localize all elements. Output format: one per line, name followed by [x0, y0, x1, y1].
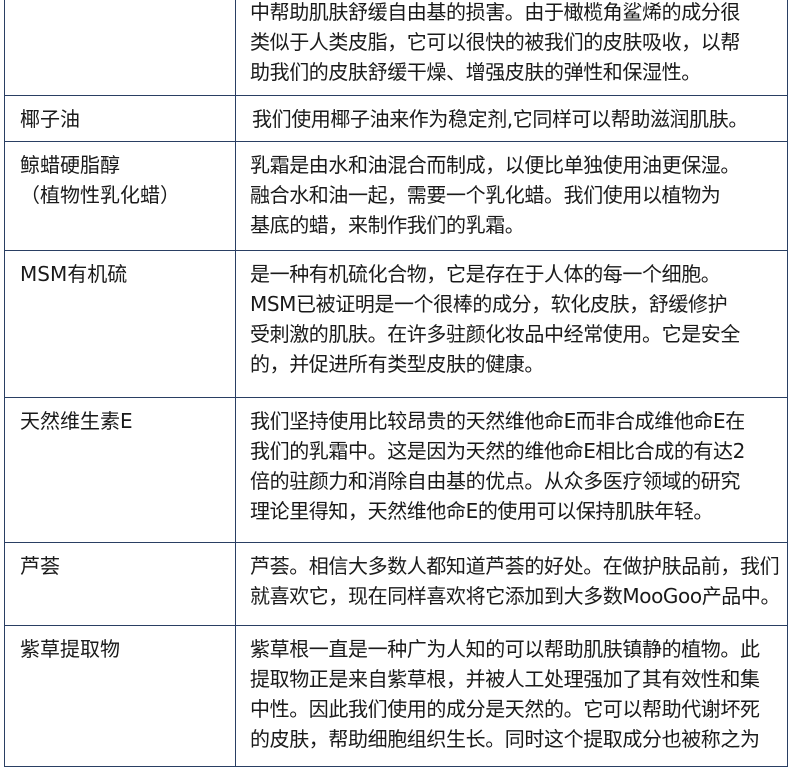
- desc-line: 融合水和油一起，需要一个乳化蜡。我们使用以植物为: [250, 183, 721, 207]
- ingredient-name: 芦荟: [20, 554, 60, 578]
- desc-line: 类似于人类皮脂，它可以很快的被我们的皮肤吸收，以帮: [250, 30, 740, 54]
- ingredient-name-cell: MSM有机硫: [4, 250, 236, 398]
- table-row: 中帮助肌肤舒缓自由基的损害。由于橄榄角鲨烯的成分很 类似于人类皮脂，它可以很快的…: [4, 0, 788, 96]
- desc-line: 我们使用椰子油来作为稳定剂,它同样可以帮助滋润肌肤。: [252, 107, 748, 131]
- desc-line: 中帮助肌肤舒缓自由基的损害。由于橄榄角鲨烯的成分很: [250, 0, 740, 24]
- desc-line: 的，并促进所有类型皮肤的健康。: [250, 352, 544, 376]
- ingredient-desc-cell: 紫草根一直是一种广为人知的可以帮助肌肤镇静的植物。此 提取物正是来自紫草根，并被…: [235, 625, 788, 767]
- desc-line: 中性。因此我们使用的成分是天然的。它可以帮助代谢坏死: [250, 697, 760, 721]
- ingredient-desc-cell: 乳霜是由水和油混合而制成，以便比单独使用油更保湿。 融合水和油一起，需要一个乳化…: [235, 141, 788, 251]
- table-row: 天然维生素E 我们坚持使用比较昂贵的天然维他命E而非合成维他命E在 我们的乳霜中…: [4, 397, 788, 543]
- desc-line: 理论里得知，天然维他命E的使用可以保持肌肤年轻。: [250, 499, 714, 523]
- ingredient-name: 椰子油: [20, 107, 80, 131]
- ingredient-name-cell: 椰子油: [4, 95, 236, 142]
- desc-line: 紫草根一直是一种广为人知的可以帮助肌肤镇静的植物。此: [250, 637, 760, 661]
- ingredient-desc-cell: 芦荟。相信大多数人都知道芦荟的好处。在做护肤品前，我们 就喜欢它，现在同样喜欢将…: [235, 542, 788, 626]
- desc-line: 助我们的皮肤舒缓干燥、增强皮肤的弹性和保湿性。: [250, 60, 701, 84]
- ingredient-name-cell: 鲸蜡硬脂醇 （植物性乳化蜡）: [4, 141, 236, 251]
- ingredient-name-cell: [4, 0, 236, 96]
- ingredient-name: MSM有机硫: [20, 262, 128, 286]
- desc-line: 我们的乳霜中。这是因为天然的维他命E相比合成的有达2: [250, 439, 745, 463]
- ingredient-name-cell: 天然维生素E: [4, 397, 236, 543]
- ingredient-desc-cell: 我们使用椰子油来作为稳定剂,它同样可以帮助滋润肌肤。: [235, 95, 788, 142]
- ingredient-desc-cell: 中帮助肌肤舒缓自由基的损害。由于橄榄角鲨烯的成分很 类似于人类皮脂，它可以很快的…: [235, 0, 788, 96]
- desc-line: 我们坚持使用比较昂贵的天然维他命E而非合成维他命E在: [250, 409, 745, 433]
- desc-line: MSM已被证明是一个很棒的成分，软化皮肤，舒缓修护: [250, 292, 728, 316]
- ingredients-table: 中帮助肌肤舒缓自由基的损害。由于橄榄角鲨烯的成分很 类似于人类皮脂，它可以很快的…: [4, 0, 788, 767]
- desc-line: 就喜欢它，现在同样喜欢将它添加到大多数MooGoo产品中。: [250, 584, 781, 608]
- ingredient-desc-cell: 是一种有机硫化合物，它是存在于人体的每一个细胞。 MSM已被证明是一个很棒的成分…: [235, 250, 788, 398]
- ingredient-name-cell: 紫草提取物: [4, 625, 236, 767]
- table-row: 芦荟 芦荟。相信大多数人都知道芦荟的好处。在做护肤品前，我们 就喜欢它，现在同样…: [4, 542, 788, 626]
- desc-line: 倍的驻颜力和消除自由基的优点。从众多医疗领域的研究: [250, 469, 740, 493]
- desc-line: 乳霜是由水和油混合而制成，以便比单独使用油更保湿。: [250, 153, 740, 177]
- table-row: MSM有机硫 是一种有机硫化合物，它是存在于人体的每一个细胞。 MSM已被证明是…: [4, 250, 788, 398]
- desc-line: 芦荟。相信大多数人都知道芦荟的好处。在做护肤品前，我们: [250, 554, 780, 578]
- ingredient-name: 鲸蜡硬脂醇 （植物性乳化蜡）: [20, 153, 180, 207]
- ingredient-name: 紫草提取物: [20, 637, 120, 661]
- table-row: 椰子油 我们使用椰子油来作为稳定剂,它同样可以帮助滋润肌肤。: [4, 95, 788, 142]
- desc-line: 提取物正是来自紫草根，并被人工处理强加了其有效性和集: [250, 667, 760, 691]
- desc-line: 受刺激的肌肤。在许多驻颜化妆品中经常使用。它是安全: [250, 322, 740, 346]
- ingredient-name-cell: 芦荟: [4, 542, 236, 626]
- ingredient-desc-cell: 我们坚持使用比较昂贵的天然维他命E而非合成维他命E在 我们的乳霜中。这是因为天然…: [235, 397, 788, 543]
- desc-line: 基底的蜡，来制作我们的乳霜。: [250, 213, 525, 237]
- table-row: 鲸蜡硬脂醇 （植物性乳化蜡） 乳霜是由水和油混合而制成，以便比单独使用油更保湿。…: [4, 141, 788, 251]
- desc-line: 是一种有机硫化合物，它是存在于人体的每一个细胞。: [250, 262, 721, 286]
- ingredient-name: 天然维生素E: [20, 409, 133, 433]
- table-row: 紫草提取物 紫草根一直是一种广为人知的可以帮助肌肤镇静的植物。此 提取物正是来自…: [4, 625, 788, 767]
